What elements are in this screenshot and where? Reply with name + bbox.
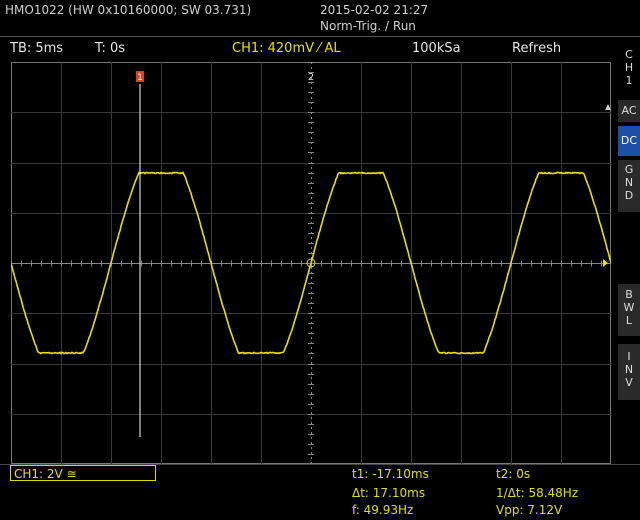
- trigger-time-readout[interactable]: T: 0s: [95, 42, 125, 56]
- inv-char: I: [618, 350, 640, 363]
- gnd-char: N: [618, 176, 640, 189]
- coupling-gnd-button[interactable]: G N D: [618, 160, 640, 212]
- sidebar-channel-char: H: [622, 61, 636, 74]
- cursor-t1-readout: t1: -17.10ms: [352, 467, 429, 481]
- gnd-char: G: [618, 163, 640, 176]
- sample-rate-readout: 100kSa: [412, 42, 461, 56]
- scope-screen[interactable]: 1 2 1: [11, 62, 611, 464]
- header-divider: [0, 36, 640, 37]
- cursor-t2-readout: t2: 0s: [496, 467, 530, 481]
- ch1-setting-box[interactable]: CH1: 2V ≅: [10, 465, 156, 481]
- trigger-mode: Norm-Trig. / Run: [320, 19, 416, 33]
- cursor-1-label: 1: [137, 73, 143, 83]
- sidebar-channel-char: 1: [622, 74, 636, 87]
- bwl-char: B: [618, 288, 640, 301]
- delta-t-readout: Δt: 17.10ms: [352, 486, 425, 500]
- coupling-ac-label: AC: [618, 100, 640, 122]
- frequency-readout: f: 49.93Hz: [352, 503, 413, 517]
- inverse-delta-t-readout: 1/Δt: 58.48Hz: [496, 486, 578, 500]
- coupling-dc-button[interactable]: DC: [618, 126, 640, 156]
- inv-char: V: [618, 376, 640, 389]
- channel-trigger-readout[interactable]: CH1: 420mV ⁄ AL: [232, 42, 341, 56]
- inv-char: N: [618, 363, 640, 376]
- cursor-2-label: 2: [308, 72, 314, 83]
- coupling-dc-label: DC: [618, 126, 640, 156]
- timebase-readout[interactable]: TB: 5ms: [10, 42, 63, 56]
- acquire-mode-readout[interactable]: Refresh: [512, 42, 561, 56]
- bandwidth-limit-button[interactable]: B W L: [618, 284, 640, 336]
- bwl-char: L: [618, 314, 640, 327]
- coupling-ac-button[interactable]: AC: [618, 100, 640, 122]
- sidebar-channel-label: C H 1: [622, 48, 636, 87]
- device-info: HMO1022 (HW 0x10160000; SW 03.731): [5, 3, 251, 17]
- sidebar-channel-char: C: [622, 48, 636, 61]
- vpp-readout: Vpp: 7.12V: [496, 503, 562, 517]
- gnd-char: D: [618, 189, 640, 202]
- bwl-char: W: [618, 301, 640, 314]
- date-time: 2015-02-02 21:27: [320, 3, 428, 17]
- invert-button[interactable]: I N V: [618, 344, 640, 400]
